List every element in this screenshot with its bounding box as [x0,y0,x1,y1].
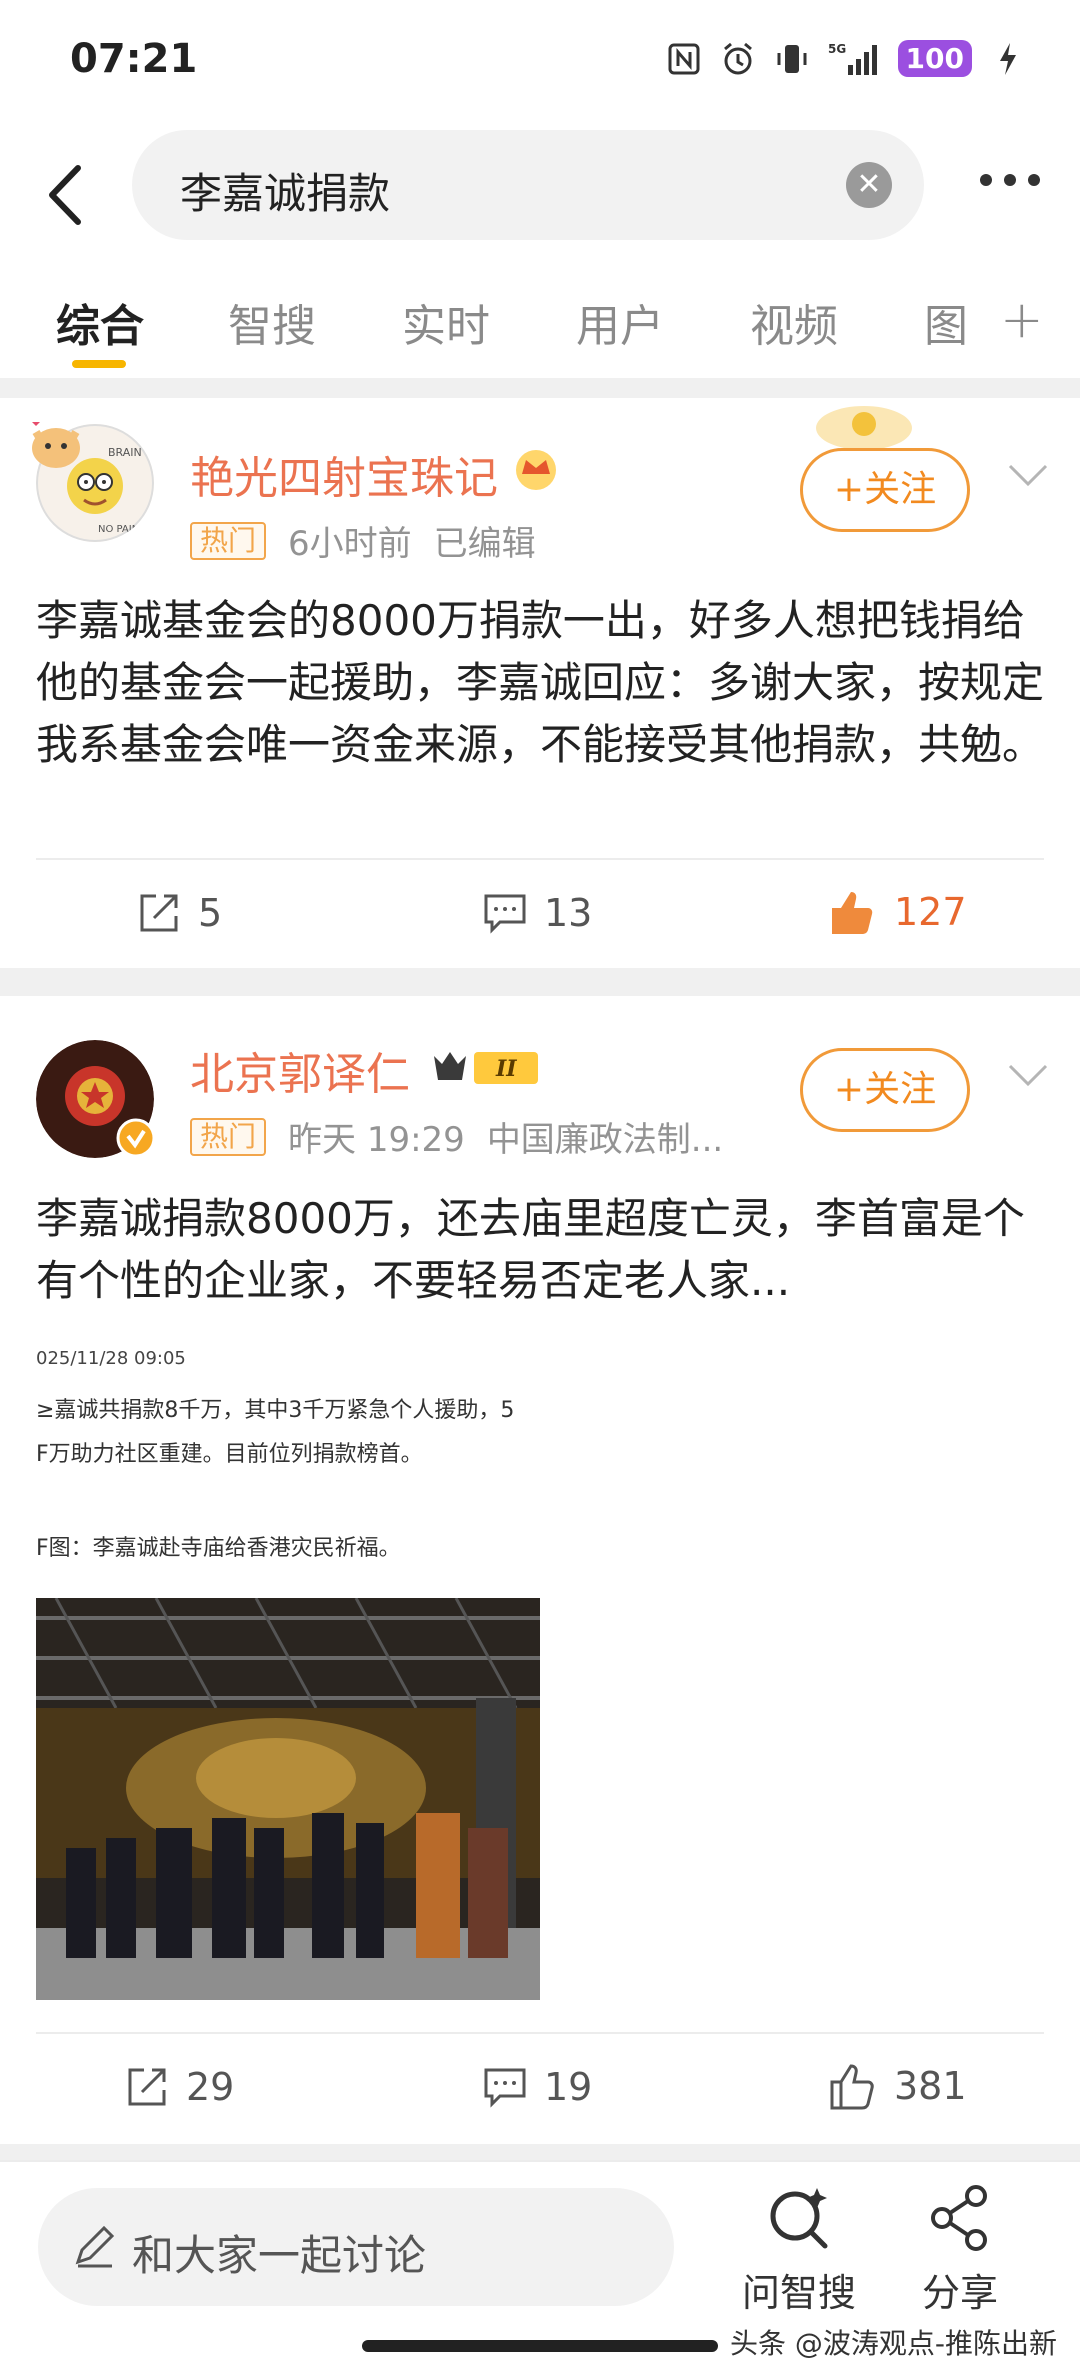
smart-search-icon [770,2188,828,2249]
like-count: 381 [894,2064,967,2108]
more-options-button[interactable] [980,174,1050,194]
dot-icon [980,174,992,186]
thumbs-up-icon [832,892,873,934]
cat-sticker-icon [32,422,80,468]
section-divider [0,2144,1080,2160]
tab-comprehensive[interactable]: 综合 [56,290,144,354]
repost-icon [140,894,178,932]
comment-placeholder: 和大家一起讨论 [132,2231,427,2280]
tab-smart-search[interactable]: 智搜 [228,290,316,354]
svg-text:II: II [495,1056,517,1082]
vibrate-icon [774,41,810,77]
comment-button[interactable]: 19 [482,2064,592,2110]
comment-count: 19 [544,2065,593,2109]
post-meta: 热门 6小时前 已编辑 [190,516,536,565]
hot-badge: 热门 [190,521,267,560]
active-tab-indicator [72,360,126,368]
clear-search-button[interactable]: ✕ [846,162,892,208]
post-text[interactable]: 李嘉诚基金会的8000万捐款一出，好多人想把钱捐给他的基金会一起援助，李嘉诚回应… [36,590,1046,776]
back-button[interactable] [40,160,90,230]
follow-button[interactable]: +关注 [800,1048,970,1132]
embed-line: F万助力社区重建。目前位列捐款榜首。 [36,1442,423,1467]
watermark: 头条 @波涛观点-推陈出新 [730,2327,1058,2360]
tab-users[interactable]: 用户 [576,290,664,354]
follow-button[interactable]: +关注 [800,448,970,532]
home-indicator[interactable] [362,2340,718,2352]
post-time: 昨天 19:29 [288,1120,465,1160]
post-image[interactable] [36,1598,540,2000]
svg-text:BRAIN: BRAIN [108,446,142,459]
back-arrow-icon [49,165,81,225]
hot-badge: 热门 [190,1117,267,1156]
member-level-badge: II [430,1042,546,1094]
repost-count: 29 [186,2065,235,2109]
divider [36,858,1044,860]
like-count: 127 [894,890,967,934]
tab-images[interactable]: 图 [924,290,968,354]
search-input[interactable]: 李嘉诚捐款 ✕ [132,130,924,240]
svg-text:NO PAIN: NO PAIN [98,524,139,535]
alarm-icon [720,41,756,77]
smart-search-button[interactable]: 问智搜 [734,2182,864,2317]
chevron-down-icon[interactable] [1006,1060,1050,1090]
repost-button[interactable]: 29 [124,2064,234,2110]
post-text[interactable]: 李嘉诚捐款8000万，还去庙里超度亡灵，李首富是个有个性的企业家，不要轻易否定老… [36,1188,1046,1312]
tab-realtime[interactable]: 实时 [402,290,490,354]
comment-button[interactable]: 13 [482,890,592,936]
section-divider [0,378,1080,398]
repost-button[interactable]: 5 [136,890,222,936]
post-source[interactable]: 中国廉政法制... [487,1112,723,1161]
svg-text:5G: 5G [828,42,846,56]
divider [36,2032,1044,2034]
post-time: 6小时前 [288,524,412,564]
author-name[interactable]: 北京郭译仁 [190,1038,410,1102]
battery-indicator: 100 [897,40,972,77]
like-button[interactable]: 381 [826,2060,967,2112]
tab-videos[interactable]: 视频 [750,290,838,354]
comment-input[interactable]: 和大家一起讨论 [38,2188,674,2306]
embed-line: F图：李嘉诚赴寺庙给香港灾民祈福。 [36,1536,401,1561]
smart-search-label: 问智搜 [741,2271,856,2315]
search-tabs: 综合 智搜 实时 用户 视频 图 + [0,270,1080,380]
status-icons: 5G 100 [666,40,1026,77]
comment-icon [484,2068,526,2108]
search-header: 李嘉诚捐款 ✕ [0,120,1080,250]
verified-badge-icon [116,1118,156,1158]
section-divider [0,968,1080,996]
like-button[interactable]: 127 [826,886,967,938]
dot-icon [1028,174,1040,186]
status-time: 07:21 [70,36,198,82]
repost-count: 5 [198,891,223,935]
share-button[interactable]: 分享 [895,2182,1025,2317]
crown-badge-icon [516,450,556,490]
pencil-icon [75,2225,115,2268]
embed-date: 025/11/28 09:05 [36,1348,186,1369]
embed-line: ≥嘉诚共捐款8千万，其中3千万紧急个人援助，5 [36,1398,515,1423]
repost-icon [128,2068,166,2106]
post-meta: 热门 昨天 19:29 中国廉政法制... [190,1112,723,1161]
post-card[interactable]: 北京郭译仁 II 热门 昨天 19:29 中国廉政法制... +关注 李嘉诚捐款… [0,996,1080,2144]
dot-icon [1004,174,1016,186]
edited-label: 已编辑 [433,524,536,564]
follow-decoration-icon [816,406,912,448]
comment-count: 13 [544,891,593,935]
share-icon [931,2185,987,2251]
share-label: 分享 [921,2271,998,2315]
crown-level-icon: II [434,1052,538,1084]
post-card[interactable]: BRAIN NO PAIN 艳光四射宝珠记 热门 6小时前 已编辑 +关注 李嘉诚… [0,398,1080,968]
author-name[interactable]: 艳光四射宝珠记 [190,442,498,506]
search-query: 李嘉诚捐款 [180,169,391,218]
add-tab-icon[interactable]: + [1000,290,1044,350]
thumbs-up-icon [830,2064,874,2110]
chevron-down-icon[interactable] [1006,460,1050,490]
signal-icon: 5G [828,41,880,77]
status-bar: 07:21 5G 100 [0,0,1080,120]
comment-icon [484,894,526,934]
nfc-icon [666,41,702,77]
charging-icon [990,41,1026,77]
